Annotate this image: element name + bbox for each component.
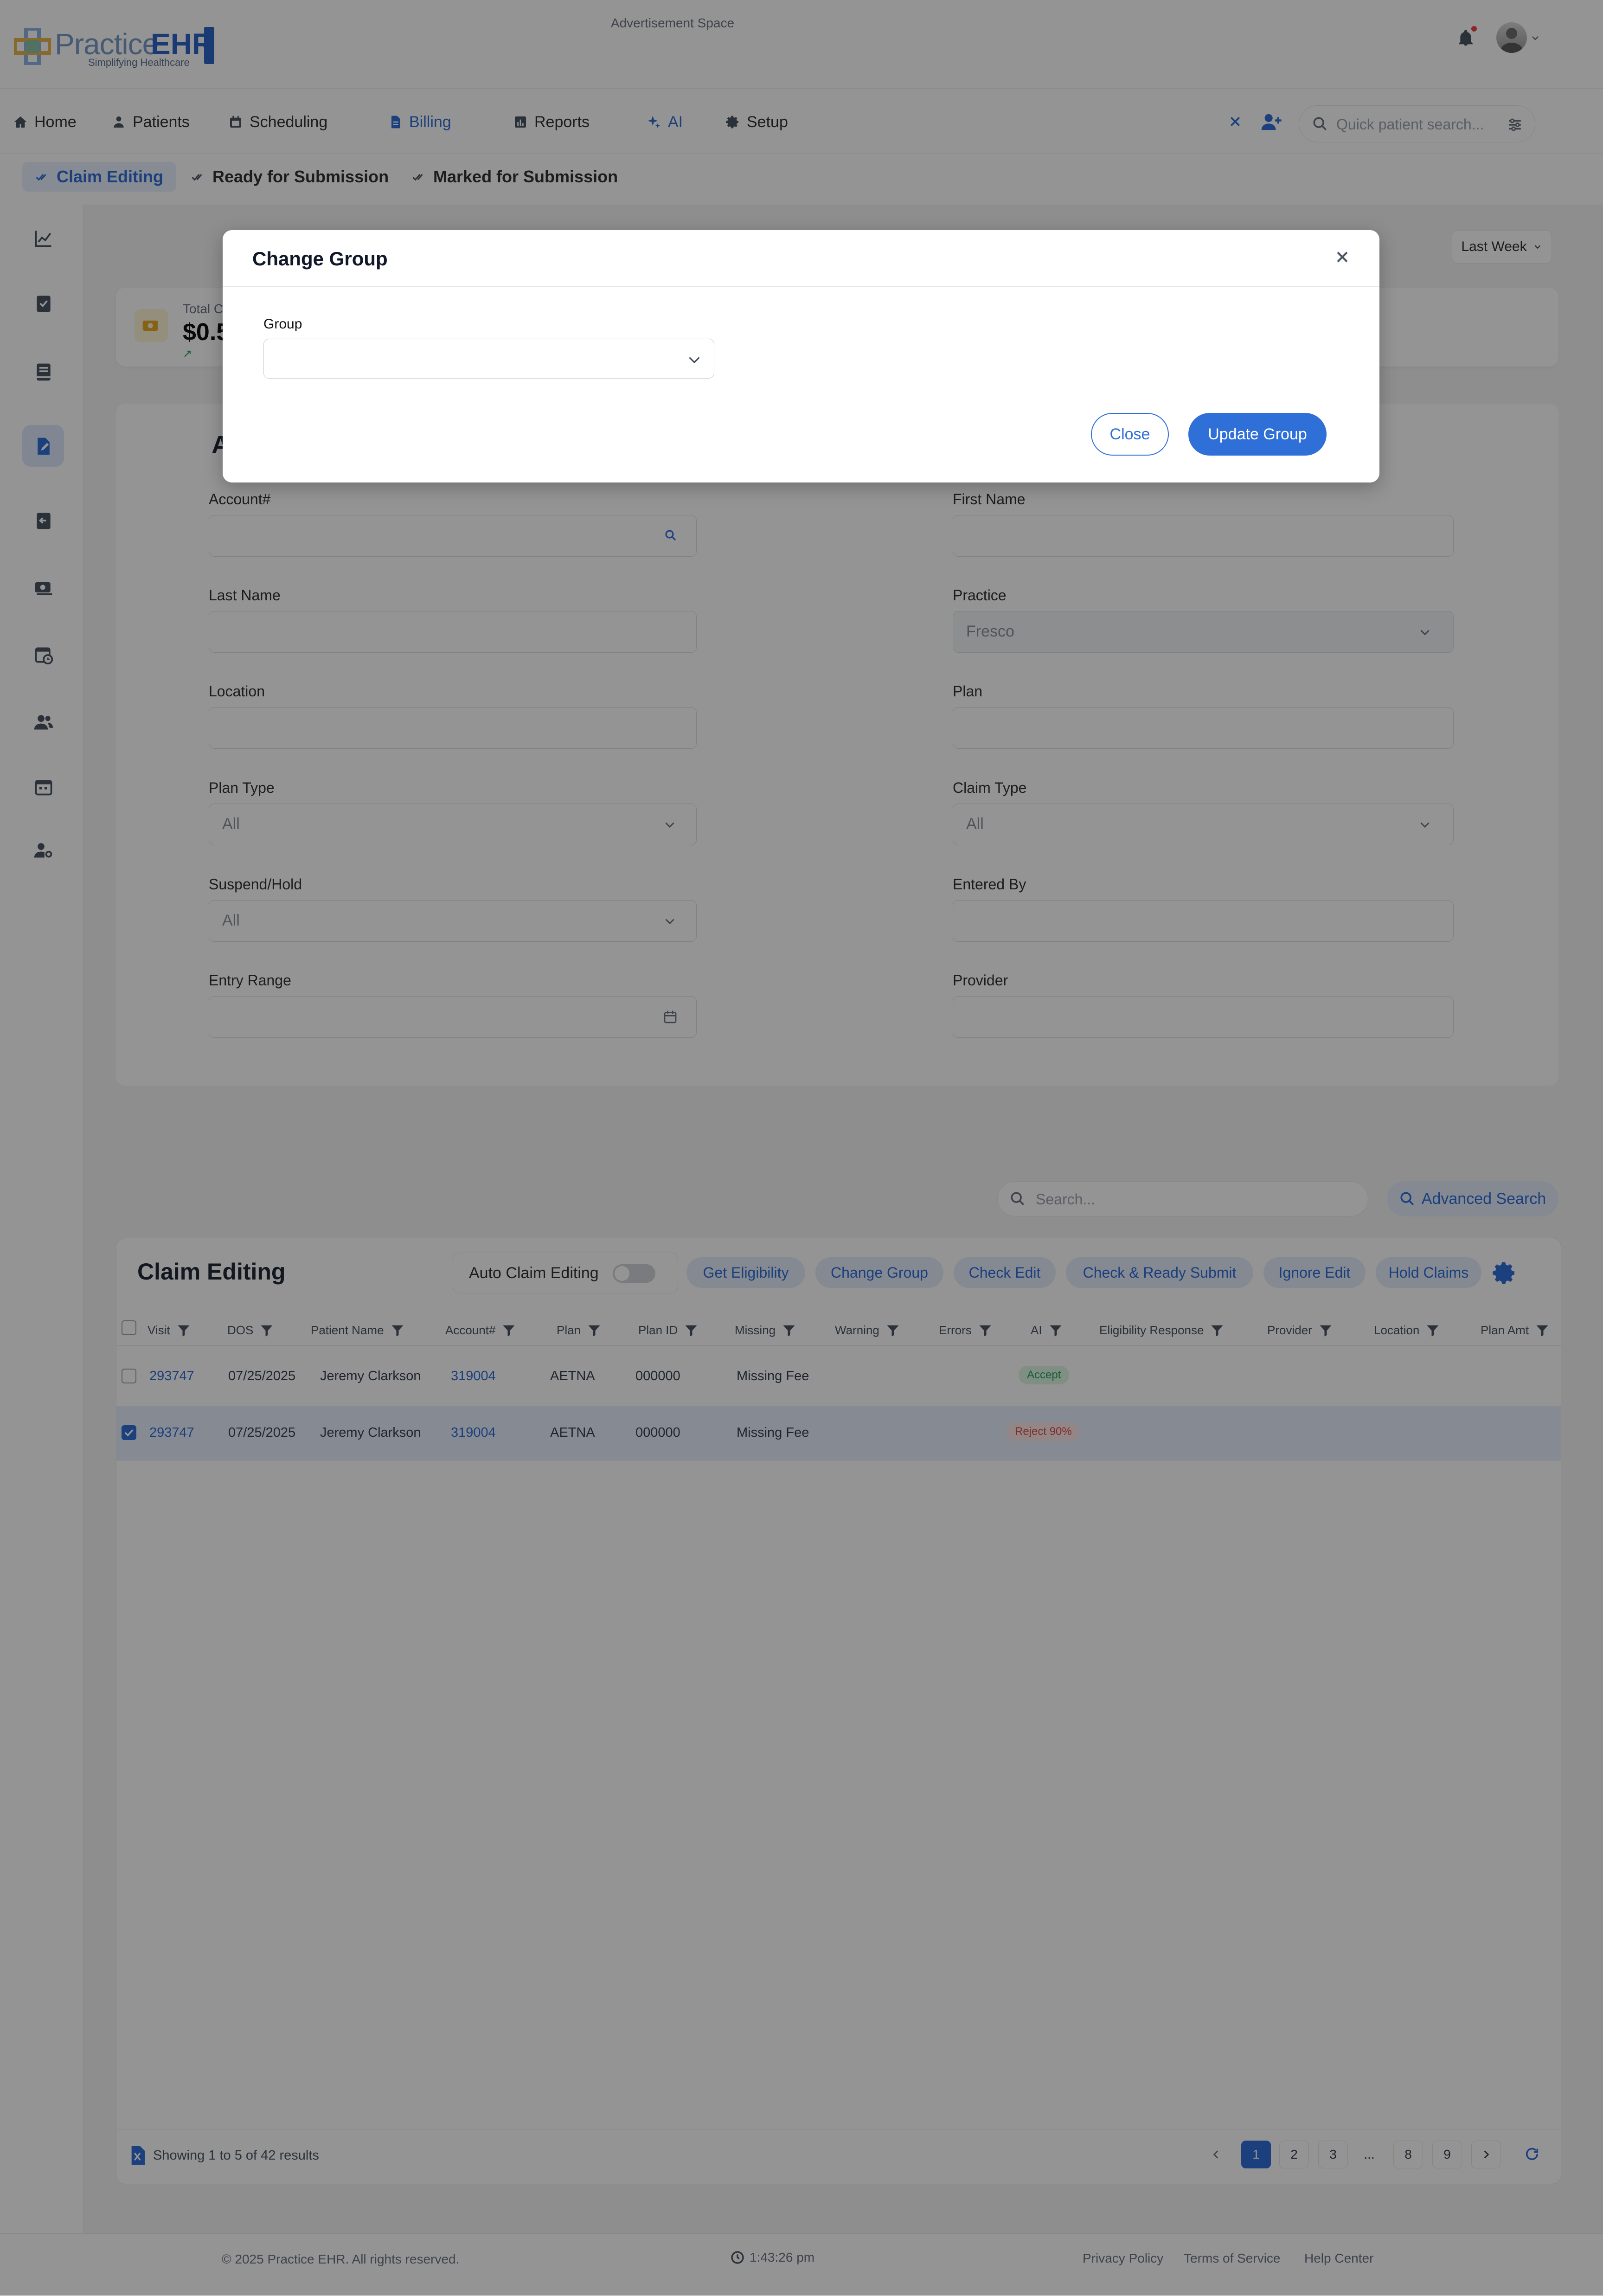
group-select[interactable]: [263, 339, 714, 379]
chevron-down-icon: [686, 351, 703, 368]
modal-divider: [223, 286, 1379, 287]
close-icon[interactable]: [1333, 248, 1352, 266]
close-button[interactable]: Close: [1091, 413, 1169, 456]
update-group-button[interactable]: Update Group: [1188, 413, 1327, 456]
modal-title: Change Group: [252, 248, 388, 270]
group-label: Group: [263, 316, 302, 332]
